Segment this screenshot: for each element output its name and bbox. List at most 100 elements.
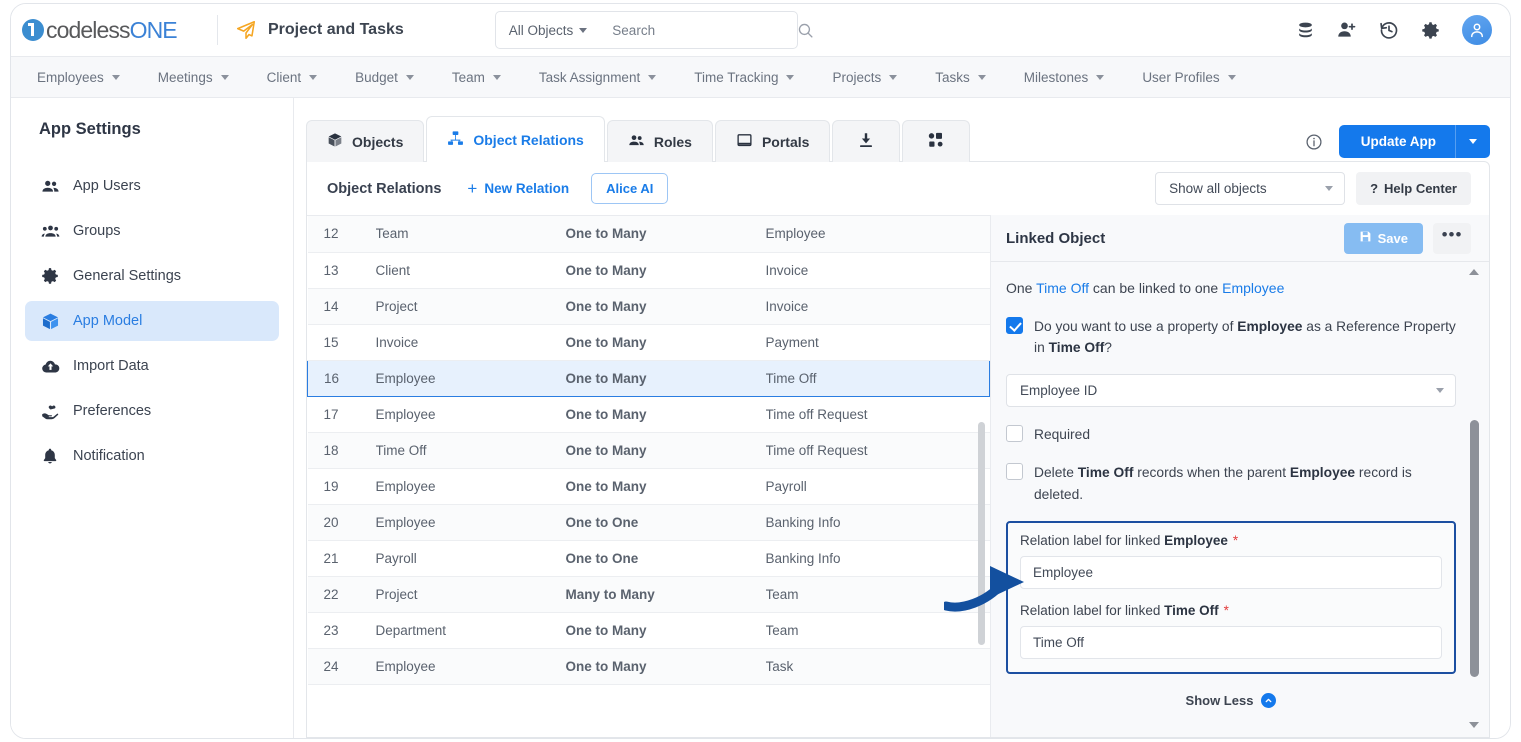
menu-item-employees[interactable]: Employees <box>37 70 138 85</box>
download-icon <box>857 131 875 152</box>
topbar-actions <box>1296 15 1510 45</box>
panel-scrollbar[interactable] <box>1468 266 1480 731</box>
row-type[interactable]: One to Many <box>565 288 766 325</box>
panel-more-button[interactable]: ••• <box>1433 222 1471 254</box>
sidebar-item-import-data[interactable]: Import Data <box>25 346 279 386</box>
row-to: Employee <box>765 216 990 253</box>
table-row-selected[interactable]: 16 Employee One to Many Time Off <box>307 359 990 397</box>
menu-item-projects[interactable]: Projects <box>832 70 915 85</box>
panel-scroll-thumb[interactable] <box>1469 420 1479 677</box>
table-row[interactable]: 15 Invoice One to Many Payment <box>307 324 990 361</box>
row-to: Banking Info <box>765 540 990 577</box>
save-button[interactable]: Save <box>1343 222 1423 254</box>
table-row[interactable]: 17 Employee One to Many Time off Request <box>307 396 990 433</box>
main-content: Objects Object Relations Roles Portals U… <box>294 98 1510 738</box>
reference-property-checkbox[interactable] <box>1006 317 1023 334</box>
menu-label: Milestones <box>1023 69 1089 85</box>
table-scrollbar-thumb[interactable] <box>978 422 985 645</box>
search-icon[interactable] <box>797 22 827 39</box>
table-row[interactable]: 21 Payroll One to One Banking Info <box>307 540 990 577</box>
table-row[interactable]: 22 Project Many to Many Team <box>307 576 990 613</box>
tab-roles[interactable]: Roles <box>606 120 713 162</box>
delete-cascade-checkbox[interactable] <box>1006 463 1023 481</box>
global-search[interactable]: All Objects <box>494 11 813 49</box>
search-input[interactable] <box>598 22 798 38</box>
menu-item-team[interactable]: Team <box>452 70 519 85</box>
row-type[interactable]: One to One <box>565 540 766 577</box>
body: App Settings App Users Groups General Se… <box>11 98 1510 738</box>
table-row[interactable]: 24 Employee One to Many Task <box>307 648 990 685</box>
sentence-object-2[interactable]: Employee <box>1222 280 1284 296</box>
sidebar-item-notification[interactable]: Notification <box>25 436 279 476</box>
search-scope-select[interactable]: All Objects <box>496 12 599 48</box>
sidebar-item-general-settings[interactable]: General Settings <box>25 256 279 296</box>
row-type[interactable]: One to Many <box>565 396 766 433</box>
table-row[interactable]: 19 Employee One to Many Payroll <box>307 468 990 505</box>
menu-item-user-profiles[interactable]: User Profiles <box>1142 70 1253 85</box>
row-id: 12 <box>307 216 376 253</box>
row-type[interactable]: One to One <box>565 504 766 541</box>
tab-list: Objects Object Relations Roles Portals <box>306 116 972 162</box>
avatar[interactable] <box>1462 15 1492 45</box>
row-type[interactable]: One to Many <box>565 216 766 253</box>
row-from: Employee <box>375 359 566 397</box>
menu-item-tasks[interactable]: Tasks <box>935 70 1004 85</box>
row-type[interactable]: One to Many <box>565 252 766 289</box>
relation-label-1-input[interactable] <box>1020 555 1442 589</box>
add-user-icon[interactable] <box>1337 20 1357 40</box>
tab-object-relations[interactable]: Object Relations <box>426 116 605 162</box>
row-type[interactable]: One to Many <box>565 612 766 649</box>
table-row[interactable]: 20 Employee One to One Banking Info <box>307 504 990 541</box>
menu-item-task-assignment[interactable]: Task Assignment <box>539 70 674 85</box>
tab-download[interactable] <box>832 120 901 162</box>
relation-sentence: One Time Off can be linked to one Employ… <box>1006 262 1456 299</box>
relation-label-2-input[interactable] <box>1020 625 1442 659</box>
menu-item-client[interactable]: Client <box>267 70 336 85</box>
row-type[interactable]: One to Many <box>565 324 766 361</box>
row-type[interactable]: Many to Many <box>565 576 766 613</box>
sidebar-item-preferences[interactable]: Preferences <box>25 391 279 431</box>
app-window: codelessONE Project and Tasks All Object… <box>10 3 1511 739</box>
chevron-down-icon[interactable] <box>1456 139 1490 144</box>
new-relation-button[interactable]: + New Relation <box>467 180 569 197</box>
history-icon[interactable] <box>1379 20 1399 40</box>
app-logo[interactable]: codelessONE <box>11 17 217 44</box>
row-type[interactable]: One to Many <box>565 432 766 469</box>
menu-item-milestones[interactable]: Milestones <box>1024 70 1123 85</box>
table-row[interactable]: 13 Client One to Many Invoice <box>307 252 990 289</box>
table-row[interactable]: 14 Project One to Many Invoice <box>307 288 990 325</box>
project-switcher[interactable]: Project and Tasks <box>218 19 404 41</box>
tab-portals[interactable]: Portals <box>714 120 831 162</box>
row-type[interactable]: One to Many <box>565 468 766 505</box>
sidebar-item-groups[interactable]: Groups <box>25 211 279 251</box>
info-icon[interactable] <box>1305 133 1323 151</box>
database-icon[interactable] <box>1296 21 1315 40</box>
row-type[interactable]: One to Many <box>565 359 766 397</box>
panel-scroll-track[interactable] <box>1469 272 1479 725</box>
show-less-button[interactable]: Show Less <box>1006 674 1456 708</box>
menu-item-budget[interactable]: Budget <box>355 70 432 85</box>
menu-item-time-tracking[interactable]: Time Tracking <box>694 70 812 85</box>
table-row[interactable]: 18 Time Off One to Many Time off Request <box>307 432 990 469</box>
bell-icon <box>40 446 60 466</box>
required-checkbox[interactable] <box>1006 424 1023 442</box>
row-type[interactable]: One to Many <box>565 648 766 685</box>
sidebar-item-app-model[interactable]: App Model <box>25 301 279 341</box>
show-all-objects-select[interactable]: Show all objects <box>1155 172 1346 205</box>
update-app-button[interactable]: Update App <box>1338 125 1490 158</box>
table-row[interactable]: 12 Team One to Many Employee <box>307 216 990 253</box>
menu-label: User Profiles <box>1142 69 1220 85</box>
reference-property-select[interactable]: Employee ID <box>1006 373 1456 407</box>
table-row[interactable]: 23 Department One to Many Team <box>307 612 990 649</box>
sentence-object-1[interactable]: Time Off <box>1036 280 1089 296</box>
alice-ai-button[interactable]: Alice AI <box>591 173 669 204</box>
sidebar-item-app-users[interactable]: App Users <box>25 166 279 206</box>
new-relation-label: New Relation <box>484 181 570 196</box>
scroll-down-arrow-icon[interactable] <box>1469 722 1479 731</box>
tab-objects[interactable]: Objects <box>306 120 425 162</box>
del-bold-1: Time Off <box>1077 465 1134 481</box>
help-center-button[interactable]: ? Help Center <box>1356 172 1471 205</box>
menu-item-meetings[interactable]: Meetings <box>158 70 247 85</box>
tab-integration[interactable] <box>902 120 971 162</box>
gear-icon[interactable] <box>1421 21 1440 40</box>
